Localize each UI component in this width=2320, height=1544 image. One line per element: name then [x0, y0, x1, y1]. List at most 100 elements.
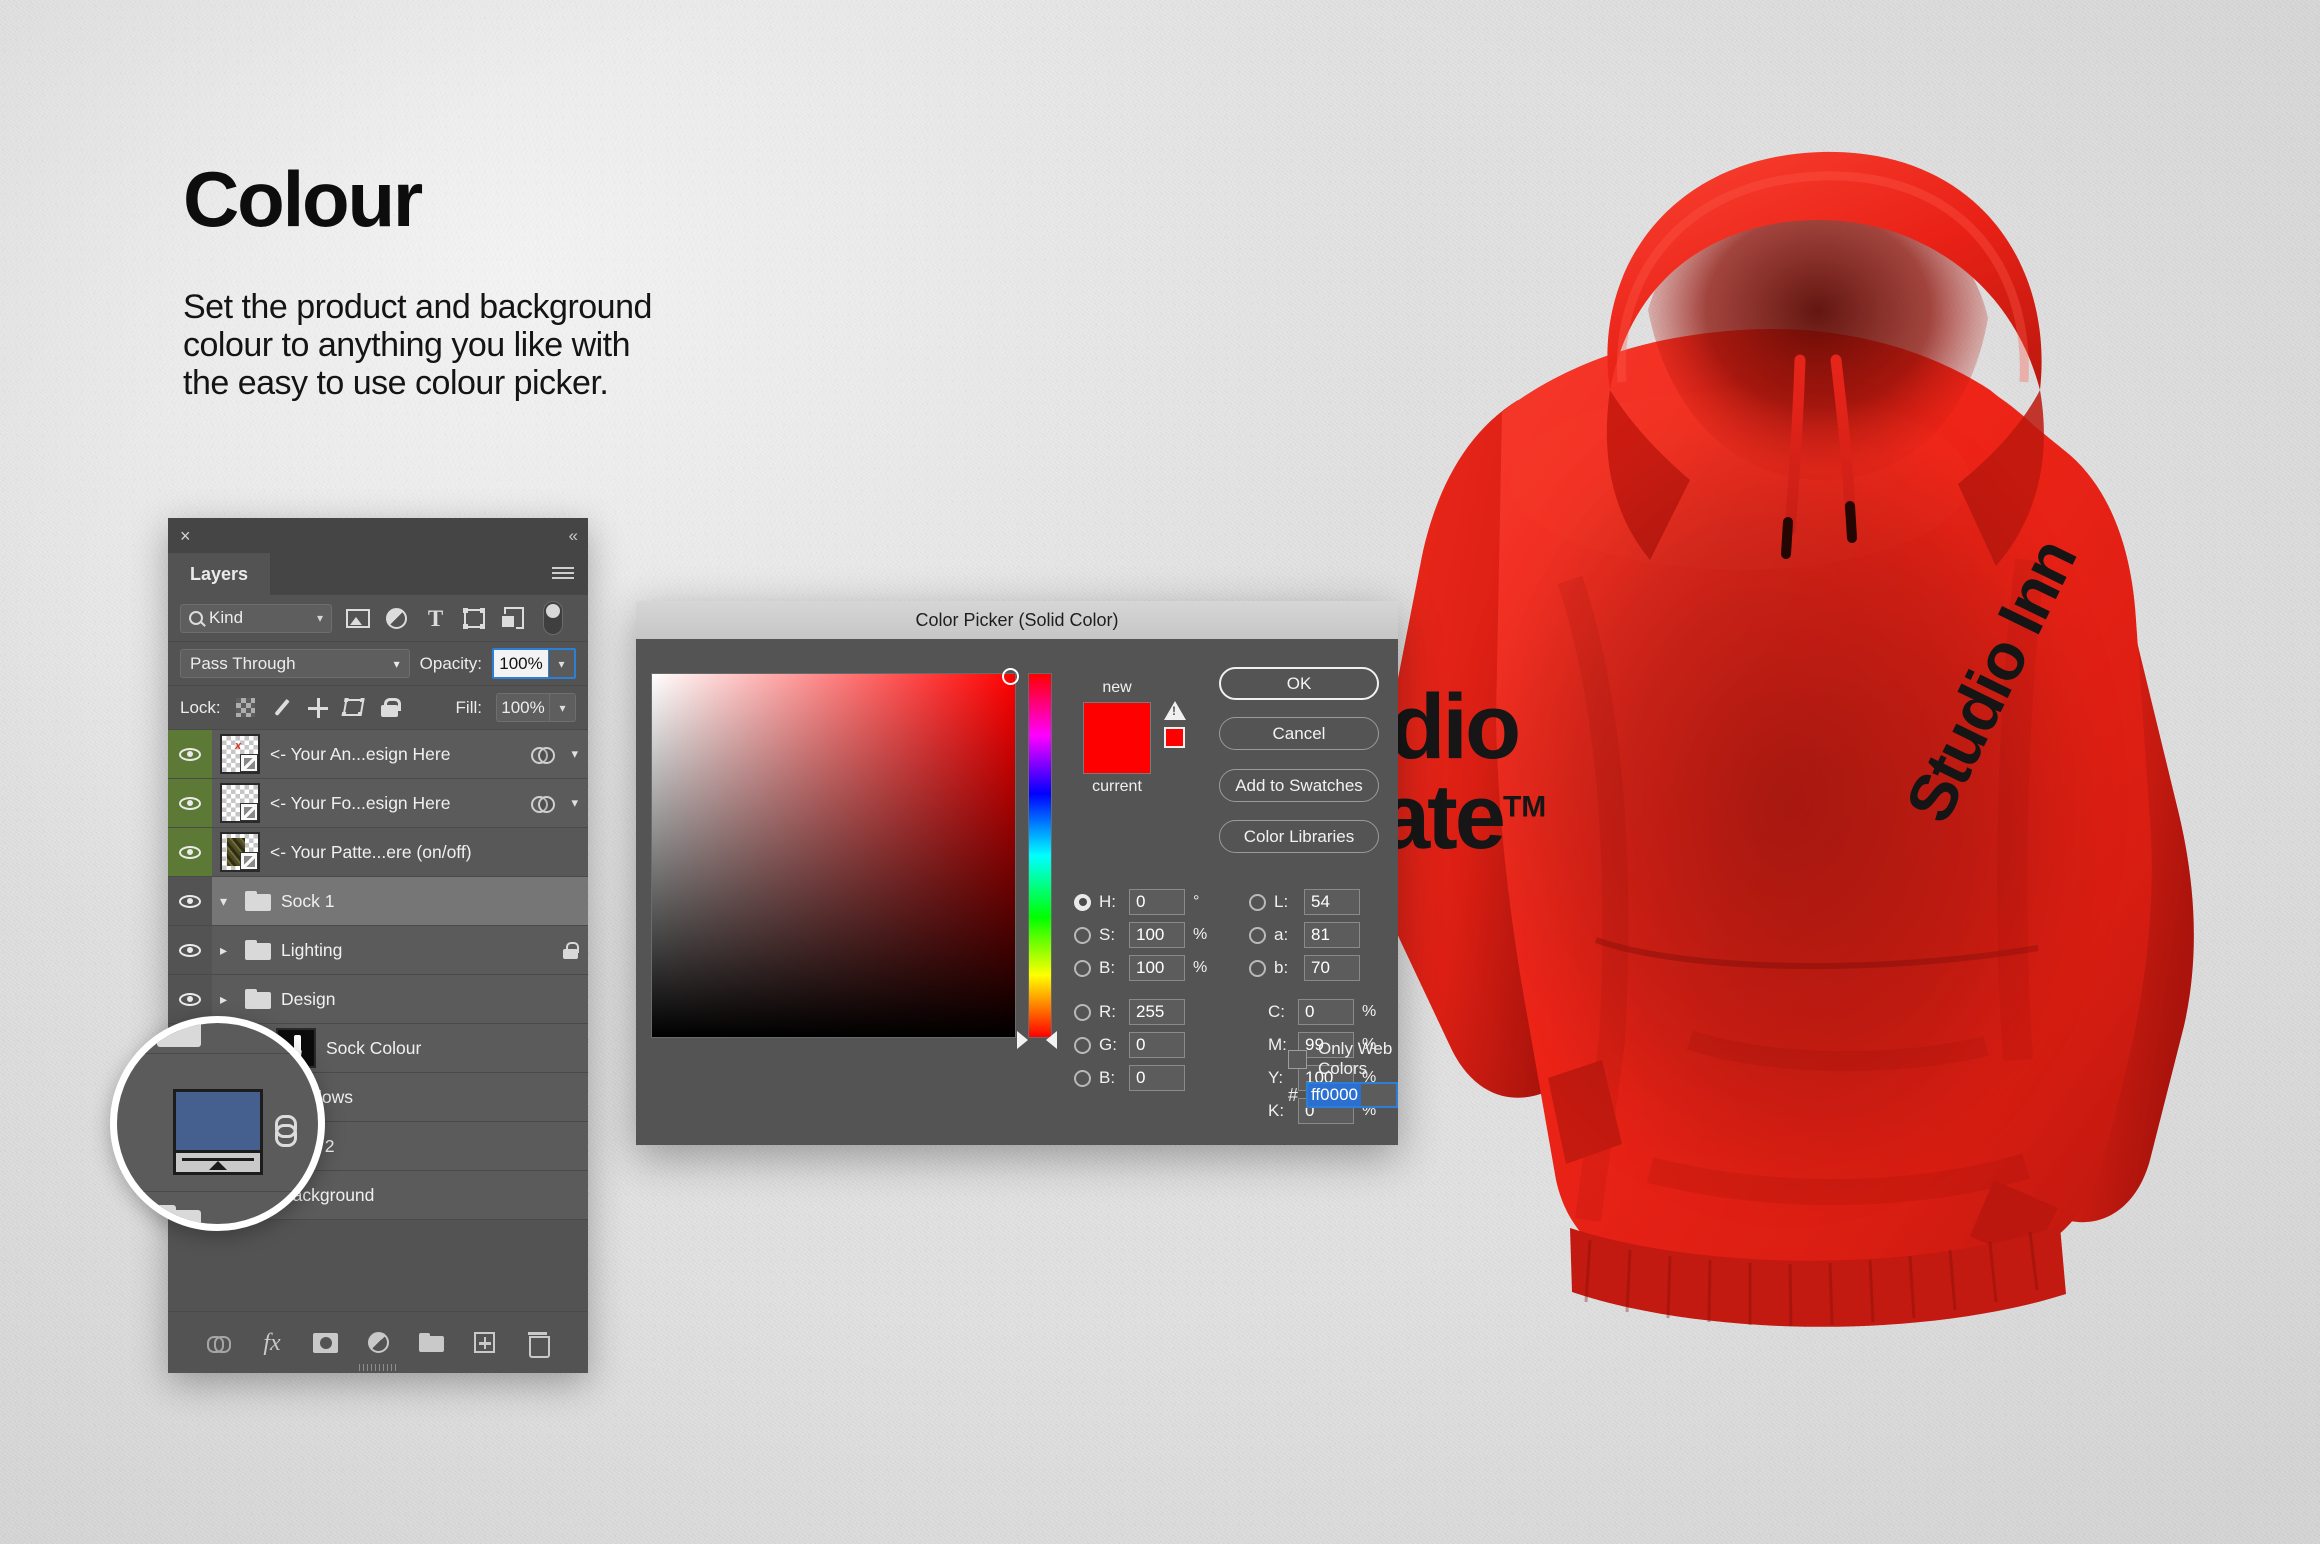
input-red[interactable]: 255: [1129, 999, 1185, 1025]
close-icon[interactable]: ×: [180, 527, 191, 545]
lock-image-pixels-icon[interactable]: [271, 697, 293, 719]
opacity-chevron-down-icon[interactable]: ▾: [548, 650, 574, 677]
lock-transparent-pixels-icon[interactable]: [235, 697, 257, 719]
cmyk-row-c[interactable]: C: 0 %: [1268, 999, 1376, 1025]
label-blue: B:: [1099, 1068, 1116, 1087]
tab-layers[interactable]: Layers: [168, 553, 271, 595]
lock-position-icon[interactable]: [307, 697, 329, 719]
new-adjustment-layer-icon[interactable]: [365, 1330, 391, 1356]
lab-row-a[interactable]: a: 81: [1249, 922, 1360, 948]
radio-brightness[interactable]: [1074, 959, 1091, 977]
input-blue[interactable]: 0: [1129, 1065, 1185, 1091]
delete-layer-icon[interactable]: [524, 1330, 550, 1358]
shape-filter-icon[interactable]: [461, 606, 488, 630]
hsb-row-h[interactable]: H: 0 °: [1074, 889, 1207, 915]
lab-row-b[interactable]: b: 70: [1249, 955, 1360, 981]
table-row[interactable]: <- Your Patte...ere (on/off): [168, 828, 588, 877]
input-saturation[interactable]: 100: [1129, 922, 1185, 948]
ok-button[interactable]: OK: [1219, 667, 1379, 700]
layer-visibility-toggle[interactable]: [168, 779, 212, 827]
chevron-right-icon[interactable]: ▸: [220, 991, 235, 1008]
layers-panel[interactable]: × « Layers Kind ▾ T Pass Through ▾ Opaci…: [168, 518, 588, 1373]
table-row[interactable]: <- Your Fo...esign Here ▾: [168, 779, 588, 828]
link-mask-icon: [275, 1115, 297, 1147]
radio-lab-a[interactable]: [1249, 926, 1266, 944]
add-to-swatches-button[interactable]: Add to Swatches: [1219, 769, 1379, 802]
hsb-row-b[interactable]: B: 100 %: [1074, 955, 1207, 981]
hsb-row-s[interactable]: S: 100 %: [1074, 922, 1207, 948]
input-cyan[interactable]: 0: [1298, 999, 1354, 1025]
chevron-down-icon[interactable]: ▾: [571, 746, 578, 762]
rgb-row-r[interactable]: R: 255: [1074, 999, 1207, 1025]
lock-all-icon[interactable]: [379, 697, 402, 719]
rgb-row-g[interactable]: G: 0: [1074, 1032, 1207, 1058]
radio-green[interactable]: [1074, 1036, 1091, 1054]
layer-effects-icon[interactable]: [531, 744, 556, 764]
add-layer-mask-icon[interactable]: [312, 1330, 338, 1356]
layer-effects-icon[interactable]: [531, 793, 556, 813]
lock-artboard-icon[interactable]: [342, 697, 365, 719]
smart-object-filter-icon[interactable]: [499, 606, 527, 630]
new-group-icon[interactable]: [418, 1330, 444, 1356]
hex-color-row[interactable]: # ff0000: [1288, 1082, 1399, 1108]
radio-hue[interactable]: [1074, 893, 1091, 911]
radio-red[interactable]: [1074, 1003, 1091, 1021]
fill-input[interactable]: 100%: [497, 694, 549, 721]
hue-slider-marker-left[interactable]: [1017, 1031, 1028, 1049]
type-filter-icon[interactable]: T: [422, 606, 449, 630]
image-filter-icon[interactable]: [344, 606, 371, 630]
new-color-label: new: [1102, 679, 1132, 696]
layer-visibility-toggle[interactable]: [168, 926, 212, 974]
input-hue[interactable]: 0: [1129, 889, 1185, 915]
layer-visibility-toggle[interactable]: [168, 828, 212, 876]
color-picker-dialog[interactable]: Color Picker (Solid Color) new current O…: [636, 601, 1399, 1145]
input-lab-b[interactable]: 70: [1304, 955, 1360, 981]
opacity-control[interactable]: 100% ▾: [492, 648, 576, 679]
radio-saturation[interactable]: [1074, 926, 1091, 944]
only-web-colors-checkbox[interactable]: Only Web Colors: [1288, 1039, 1398, 1079]
filter-toggle-switch[interactable]: [539, 601, 566, 635]
chevron-down-icon[interactable]: ▾: [220, 893, 235, 910]
magnified-row-divider: [117, 1191, 318, 1192]
opacity-input[interactable]: 100%: [494, 650, 548, 677]
input-green[interactable]: 0: [1129, 1032, 1185, 1058]
color-field-marker[interactable]: [1002, 668, 1019, 685]
table-row[interactable]: x <- Your An...esign Here ▾: [168, 730, 588, 779]
cancel-button[interactable]: Cancel: [1219, 717, 1379, 750]
gamut-warning-icon[interactable]: [1164, 701, 1186, 721]
panel-menu-icon[interactable]: [552, 567, 574, 581]
lab-row-l[interactable]: L: 54: [1249, 889, 1360, 915]
new-layer-icon[interactable]: [471, 1330, 497, 1356]
filter-kind-select[interactable]: Kind ▾: [180, 603, 332, 633]
layer-visibility-toggle[interactable]: [168, 730, 212, 778]
panel-resize-grip[interactable]: [359, 1364, 397, 1371]
hue-slider[interactable]: [1028, 673, 1052, 1038]
adjustment-filter-icon[interactable]: [383, 606, 410, 630]
table-row[interactable]: ▾ Sock 1: [168, 877, 588, 926]
collapse-panel-icon[interactable]: «: [569, 526, 579, 546]
checkbox-box[interactable]: [1288, 1049, 1307, 1069]
saturation-brightness-field[interactable]: [651, 668, 1019, 1038]
hex-input[interactable]: ff0000: [1306, 1082, 1399, 1108]
layer-style-fx-icon[interactable]: fx: [259, 1330, 285, 1356]
input-brightness[interactable]: 100: [1129, 955, 1185, 981]
link-layers-icon[interactable]: [206, 1330, 232, 1356]
input-lab-l[interactable]: 54: [1304, 889, 1360, 915]
fill-chevron-down-icon[interactable]: ▾: [549, 694, 575, 721]
layer-name: <- Your An...esign Here: [270, 743, 451, 764]
radio-lab-l[interactable]: [1249, 893, 1266, 911]
chevron-right-icon[interactable]: ▸: [220, 942, 235, 959]
hue-slider-marker-right[interactable]: [1046, 1031, 1057, 1049]
rgb-row-b[interactable]: B: 0: [1074, 1065, 1207, 1091]
input-lab-a[interactable]: 81: [1304, 922, 1360, 948]
fill-control[interactable]: 100% ▾: [496, 693, 576, 722]
table-row[interactable]: ▸ Lighting: [168, 926, 588, 975]
radio-lab-b[interactable]: [1249, 959, 1266, 977]
fill-label: Fill:: [455, 697, 482, 717]
layer-visibility-toggle[interactable]: [168, 877, 212, 925]
color-libraries-button[interactable]: Color Libraries: [1219, 820, 1379, 853]
blend-mode-select[interactable]: Pass Through ▾: [180, 649, 410, 678]
chevron-down-icon[interactable]: ▾: [571, 795, 578, 811]
gamut-warning-swatch[interactable]: [1164, 727, 1185, 748]
radio-blue[interactable]: [1074, 1069, 1091, 1087]
